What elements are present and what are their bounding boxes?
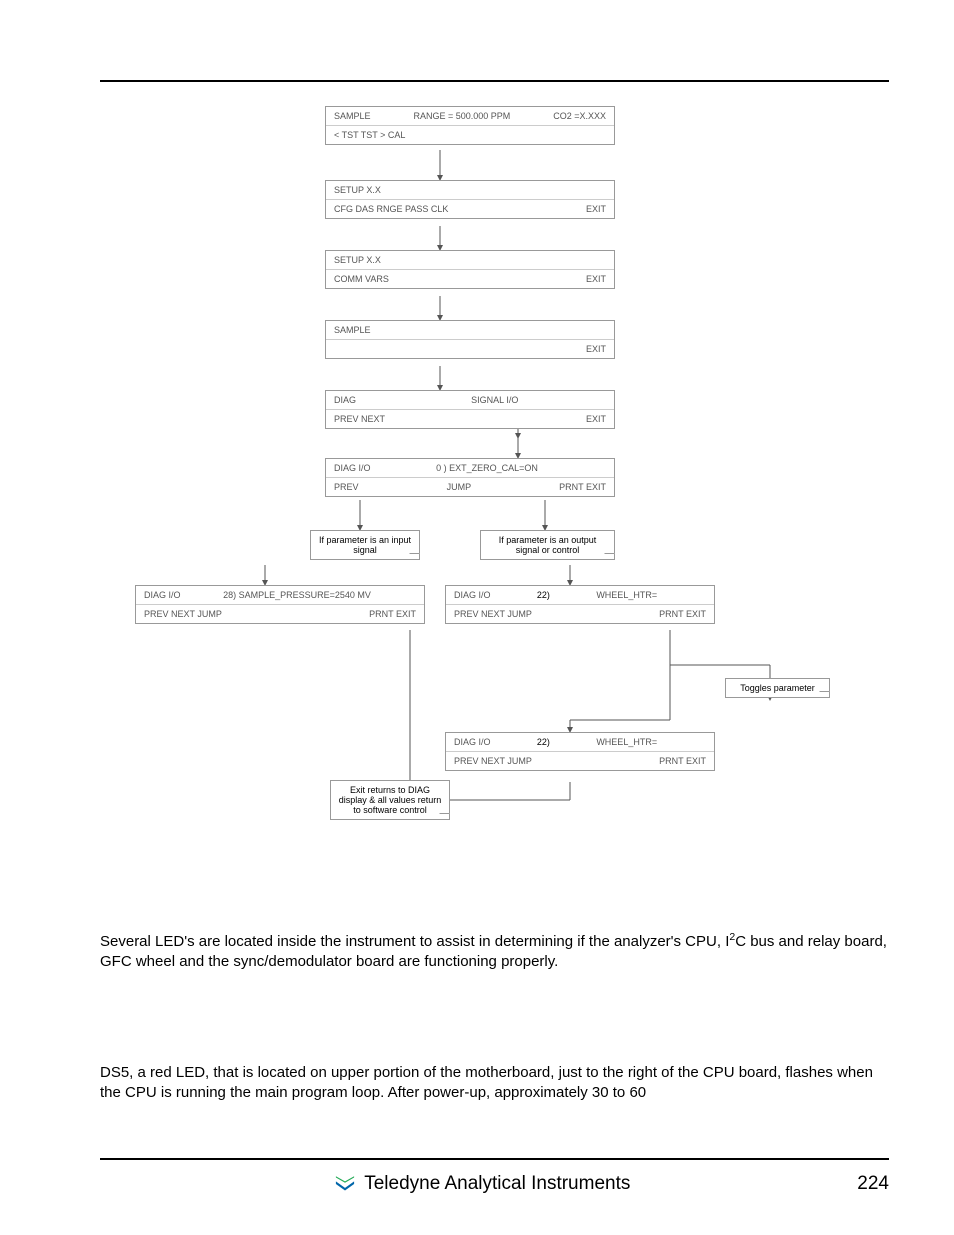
softkeys: PRNT EXIT: [659, 756, 706, 766]
label: DIAG I/O: [144, 590, 181, 600]
label: DIAG: [334, 395, 356, 405]
softkeys: PRNT EXIT: [659, 609, 706, 619]
label: 22): [537, 737, 550, 747]
paragraph-1: Several LED's are located inside the ins…: [100, 930, 889, 973]
label: DIAG I/O: [454, 737, 491, 747]
spacer: [703, 590, 706, 600]
text: If parameter is an output signal or cont…: [499, 535, 597, 555]
body-text: Several LED's are located inside the ins…: [100, 930, 889, 1119]
label: 0 ) EXT_ZERO_CAL=ON: [436, 463, 538, 473]
label: DIAG I/O: [334, 463, 371, 473]
spacer: [603, 463, 606, 473]
label: WHEEL_HTR=: [596, 737, 657, 747]
page-number: 224: [857, 1173, 889, 1195]
softkey-jump: JUMP: [447, 482, 472, 492]
softkeys: PRNT EXIT: [559, 482, 606, 492]
label: 22): [537, 590, 550, 600]
label: CO2 =X.XXX: [553, 111, 606, 121]
teledyne-logo-icon: [332, 1174, 358, 1194]
spacer: [334, 344, 337, 354]
softkeys: PREV NEXT JUMP: [454, 609, 532, 619]
label: SIGNAL I/O: [471, 395, 518, 405]
text: Several LED's are located inside the ins…: [100, 933, 729, 950]
brand-text: Teledyne Analytical Instruments: [364, 1173, 630, 1195]
spacer: [603, 395, 606, 405]
bottom-rule: [100, 1158, 889, 1160]
screen-diag-io-ext-zero: DIAG I/O 0 ) EXT_ZERO_CAL=ON PREV JUMP P…: [325, 458, 615, 497]
softkey-exit: EXIT: [586, 204, 606, 214]
softkeys: < TST TST > CAL: [334, 130, 405, 140]
softkey-exit: EXIT: [586, 414, 606, 424]
softkeys: CFG DAS RNGE PASS CLK: [334, 204, 448, 214]
text: Toggles parameter: [740, 683, 815, 693]
note-input-signal: If parameter is an input signal: [310, 530, 420, 560]
text: If parameter is an input signal: [319, 535, 411, 555]
label: WHEEL_HTR=: [596, 590, 657, 600]
note-output-signal: If parameter is an output signal or cont…: [480, 530, 615, 560]
screen-diag-io-sample-pressure: DIAG I/O 28) SAMPLE_PRESSURE=2540 MV PRE…: [135, 585, 425, 624]
softkeys: PREV NEXT: [334, 414, 385, 424]
screen-diag-io-wheel-htr-2: DIAG I/O 22) WHEEL_HTR= PREV NEXT JUMP P…: [445, 732, 715, 771]
label: 28) SAMPLE_PRESSURE=2540 MV: [223, 590, 371, 600]
label: SETUP X.X: [334, 255, 381, 265]
brand: Teledyne Analytical Instruments: [332, 1173, 630, 1195]
top-rule: [100, 80, 889, 82]
paragraph-2: DS5, a red LED, that is located on upper…: [100, 1063, 889, 1104]
label: SETUP X.X: [334, 185, 381, 195]
page-footer: Teledyne Analytical Instruments 224: [100, 1173, 889, 1195]
softkeys: PREV NEXT JUMP: [454, 756, 532, 766]
screen-diag-io-wheel-htr-1: DIAG I/O 22) WHEEL_HTR= PREV NEXT JUMP P…: [445, 585, 715, 624]
note-toggles-parameter: Toggles parameter: [725, 678, 830, 698]
text: Exit returns to DIAG display & all value…: [339, 785, 442, 815]
softkeys: PREV NEXT JUMP: [144, 609, 222, 619]
label: SAMPLE: [334, 325, 371, 335]
screen-sample: SAMPLE RANGE = 500.000 PPM CO2 =X.XXX < …: [325, 106, 615, 145]
label: DIAG I/O: [454, 590, 491, 600]
spacer: [100, 1173, 105, 1195]
softkey-exit: EXIT: [586, 274, 606, 284]
note-exit-returns: Exit returns to DIAG display & all value…: [330, 780, 450, 820]
menu-flow-diagram: SAMPLE RANGE = 500.000 PPM CO2 =X.XXX < …: [100, 100, 900, 880]
screen-sample-2: SAMPLE EXIT: [325, 320, 615, 359]
softkey-prev: PREV: [334, 482, 359, 492]
spacer: [703, 737, 706, 747]
spacer: [413, 590, 416, 600]
softkey-exit: EXIT: [586, 344, 606, 354]
label: RANGE = 500.000 PPM: [413, 111, 510, 121]
screen-diag-signal-io: DIAG SIGNAL I/O PREV NEXT EXIT: [325, 390, 615, 429]
screen-setup-1: SETUP X.X CFG DAS RNGE PASS CLK EXIT: [325, 180, 615, 219]
screen-setup-2: SETUP X.X COMM VARS EXIT: [325, 250, 615, 289]
label: SAMPLE: [334, 111, 371, 121]
softkeys: PRNT EXIT: [369, 609, 416, 619]
softkeys: COMM VARS: [334, 274, 389, 284]
